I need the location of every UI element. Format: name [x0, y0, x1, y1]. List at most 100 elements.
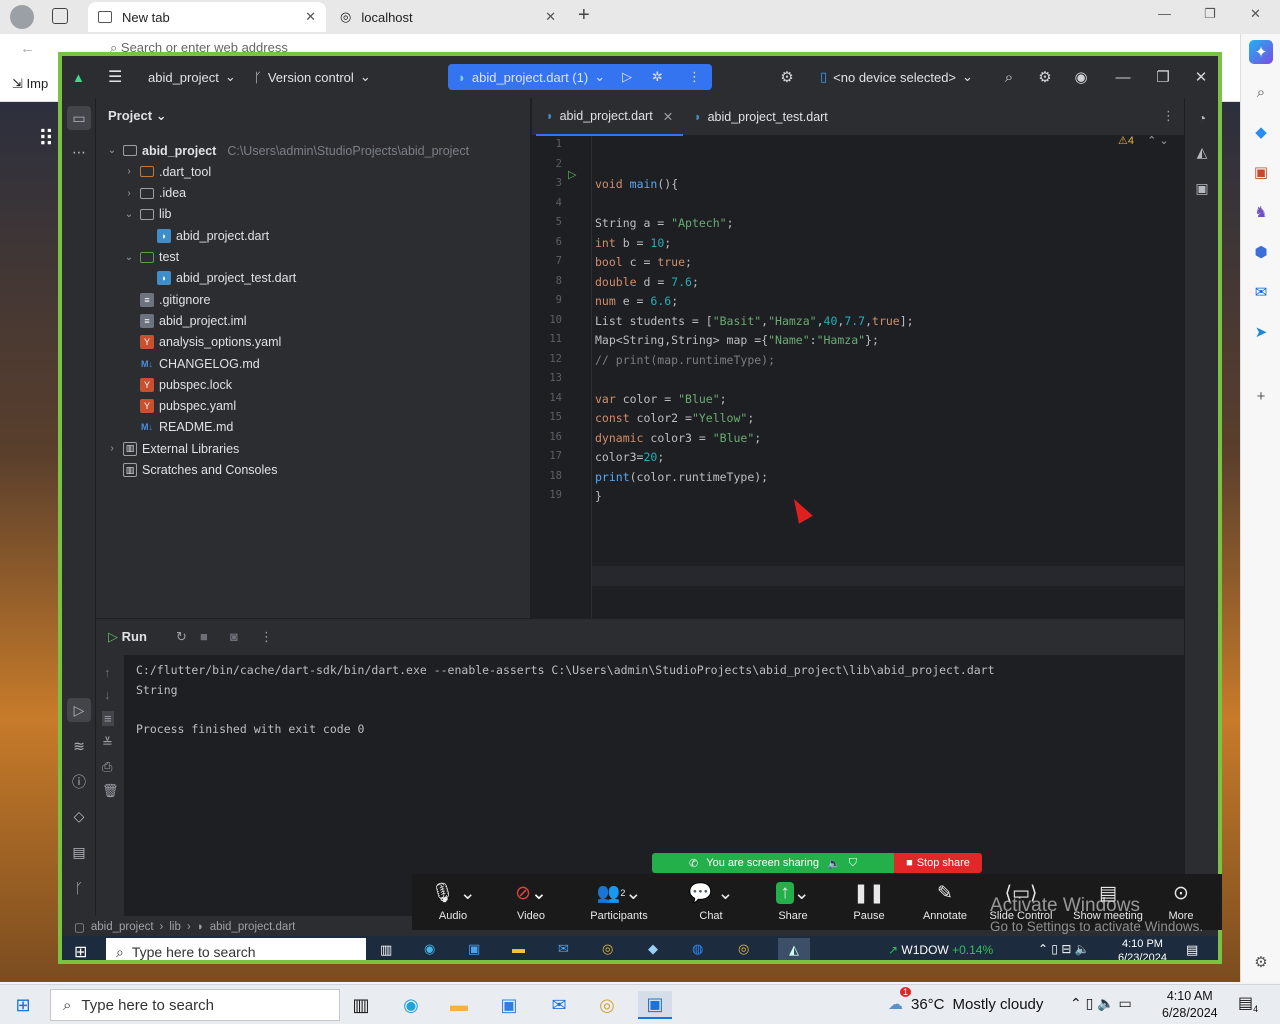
- code-line[interactable]: dynamic color3 = "Blue";: [595, 431, 761, 445]
- audio-button[interactable]: 🎙 ⌄ Audio: [418, 880, 488, 922]
- code-line[interactable]: color3=20;: [595, 450, 664, 464]
- weather-widget[interactable]: ☁ 1 36°C Mostly cloudy: [888, 987, 1043, 1013]
- remote-search-box[interactable]: ⌕ Type here to search: [106, 938, 366, 960]
- more-actions-icon[interactable]: ⋮: [260, 629, 273, 645]
- edge-icon[interactable]: ◉: [424, 941, 435, 957]
- close-icon[interactable]: ✕: [663, 109, 673, 124]
- close-icon[interactable]: ✕: [305, 9, 316, 25]
- tree-item[interactable]: ⌄ lib: [123, 204, 172, 225]
- restore-button[interactable]: ❐: [1204, 6, 1216, 22]
- store-icon[interactable]: ▣: [468, 941, 480, 957]
- minimize-button[interactable]: —: [1112, 66, 1134, 88]
- code-line[interactable]: }: [595, 489, 602, 503]
- wrap-icon[interactable]: ≡: [102, 711, 114, 726]
- shopping-icon[interactable]: ◆: [1249, 120, 1273, 144]
- more-actions-icon[interactable]: ⋮: [688, 64, 701, 90]
- settings-icon[interactable]: ⚙: [1034, 66, 1056, 88]
- mail-icon[interactable]: ✉: [558, 941, 569, 957]
- rerun-icon[interactable]: ↻: [176, 629, 187, 645]
- breadcrumb-item[interactable]: abid_project: [91, 921, 154, 933]
- run-config-selector[interactable]: ◗ abid_project.dart (1) ⌄: [458, 64, 605, 90]
- send-icon[interactable]: ➤: [1249, 320, 1273, 344]
- app-icon[interactable]: ◆: [648, 941, 658, 957]
- code-line[interactable]: const color2 ="Yellow";: [595, 411, 754, 425]
- store-icon[interactable]: ▣: [494, 991, 524, 1019]
- apps-grid-icon[interactable]: ⠿: [38, 126, 54, 152]
- remote-desktop-icon[interactable]: ▣: [638, 991, 672, 1019]
- share-button[interactable]: ↑ ⌄ Share: [758, 880, 828, 922]
- tree-item[interactable]: Ypubspec.yaml: [123, 396, 236, 417]
- notification-center-icon[interactable]: ▤4: [1238, 993, 1258, 1014]
- device-explorer-icon[interactable]: ▣: [1190, 176, 1214, 200]
- chrome-icon[interactable]: ◎: [738, 941, 749, 957]
- code-area[interactable]: 1 2 3 4 5 6 7 8 9 10 11 12 13 14 15 16 17 18 19 ▷ ⚠4 ⌃ ⌄ v…: [532, 135, 1184, 618]
- windows-start-icon[interactable]: ⊞: [8, 991, 38, 1019]
- scroll-end-icon[interactable]: ≚: [102, 735, 113, 751]
- stock-widget[interactable]: ↗ W1DOW +0.14%: [888, 943, 993, 957]
- device-selector[interactable]: ▯ <no device selected> ⌄: [820, 64, 973, 90]
- stop-icon[interactable]: ■: [200, 629, 208, 644]
- chrome-icon[interactable]: ◎: [592, 991, 622, 1019]
- down-arrow-icon[interactable]: ↓: [104, 687, 111, 702]
- stop-share-button[interactable]: ■ Stop share: [894, 853, 982, 873]
- tree-item[interactable]: ◗ abid_project_test.dart: [140, 268, 296, 289]
- run-configuration-widget[interactable]: ◗ abid_project.dart (1) ⌄ ▷ ✲ ⋮: [448, 64, 712, 90]
- up-arrow-icon[interactable]: ↑: [104, 665, 111, 680]
- run-tool-icon[interactable]: ▷: [67, 698, 91, 722]
- breadcrumb-item[interactable]: lib: [169, 921, 181, 933]
- more-button[interactable]: ⊙ More: [1146, 880, 1216, 923]
- profile-avatar[interactable]: [10, 5, 34, 29]
- system-tray-icons[interactable]: ⌃ ▯ ⊟ 🔈: [1038, 942, 1090, 956]
- version-control-menu[interactable]: ᚴ Version control ⌄: [254, 64, 371, 90]
- chrome-icon[interactable]: ◎: [602, 941, 613, 957]
- m365-icon[interactable]: ⬢: [1249, 240, 1273, 264]
- search-icon[interactable]: ⌕: [998, 66, 1020, 88]
- video-button[interactable]: ⊘ ⌄ Video: [496, 880, 566, 923]
- file-explorer-icon[interactable]: ▬: [444, 991, 474, 1019]
- windows-start-icon[interactable]: ⊞: [74, 942, 87, 960]
- browser-tab-new-tab[interactable]: New tab ✕: [88, 2, 326, 32]
- pause-button[interactable]: ❚❚ Pause: [834, 880, 904, 923]
- explorer-icon[interactable]: ▬: [512, 941, 525, 956]
- logcat-icon[interactable]: ≋: [67, 734, 91, 758]
- edge-icon[interactable]: ◉: [396, 991, 426, 1019]
- remote-clock[interactable]: 4:10 PM 6/23/2024: [1118, 937, 1167, 960]
- tab-actions-icon[interactable]: [52, 8, 68, 24]
- problems-icon[interactable]: ⓘ: [67, 770, 91, 794]
- git-icon[interactable]: ᚴ: [67, 876, 91, 900]
- tree-item[interactable]: Ypubspec.lock: [123, 374, 232, 395]
- search-icon[interactable]: ⌕: [1249, 80, 1273, 104]
- code-line[interactable]: void main(){: [595, 177, 678, 191]
- trash-icon[interactable]: 🗑: [102, 783, 119, 799]
- code-line[interactable]: int b = 10;: [595, 236, 671, 250]
- tree-item[interactable]: ⌄ test: [123, 247, 179, 268]
- clock[interactable]: 4:10 AM 6/28/2024: [1162, 988, 1218, 1022]
- android-studio-icon[interactable]: ◭: [778, 938, 810, 960]
- games-icon[interactable]: ♞: [1249, 200, 1273, 224]
- chevron-down-icon[interactable]: ⌄: [106, 145, 118, 156]
- settings-icon[interactable]: ⚙: [1249, 950, 1273, 974]
- tab-options-icon[interactable]: ⋮: [1162, 108, 1175, 124]
- run-tab[interactable]: ▷ Run: [108, 629, 147, 645]
- browser-tab-localhost[interactable]: ◎ localhost ✕: [330, 2, 566, 32]
- tree-item[interactable]: › ▥ External Libraries: [106, 438, 239, 459]
- terminal-icon[interactable]: ▤: [67, 840, 91, 864]
- chevron-right-icon[interactable]: ›: [123, 166, 135, 177]
- import-favorites-link[interactable]: ⇲ Imp: [12, 76, 48, 92]
- annotate-button[interactable]: ✎ Annotate: [910, 880, 980, 923]
- tree-item[interactable]: ≡ .gitignore: [123, 289, 210, 310]
- outlook-icon[interactable]: ✉: [1249, 280, 1273, 304]
- chevron-right-icon[interactable]: ›: [106, 443, 118, 454]
- tree-item[interactable]: M↓ README.md: [123, 417, 233, 438]
- tree-item[interactable]: › .dart_tool: [123, 161, 211, 182]
- close-window-button[interactable]: ✕: [1190, 66, 1212, 88]
- code-line[interactable]: num e = 6.6;: [595, 294, 678, 308]
- copilot-icon[interactable]: ✦: [1249, 40, 1273, 64]
- participants-button[interactable]: 👥 2 ⌄ Participants: [584, 880, 654, 923]
- project-selector[interactable]: abid_project ⌄: [148, 64, 236, 90]
- gem-icon[interactable]: ◇: [67, 804, 91, 828]
- code-line[interactable]: bool c = true;: [595, 255, 692, 269]
- device-manager-icon[interactable]: ⚙: [776, 66, 798, 88]
- minimize-button[interactable]: —: [1158, 6, 1171, 21]
- run-button[interactable]: ▷: [622, 64, 632, 90]
